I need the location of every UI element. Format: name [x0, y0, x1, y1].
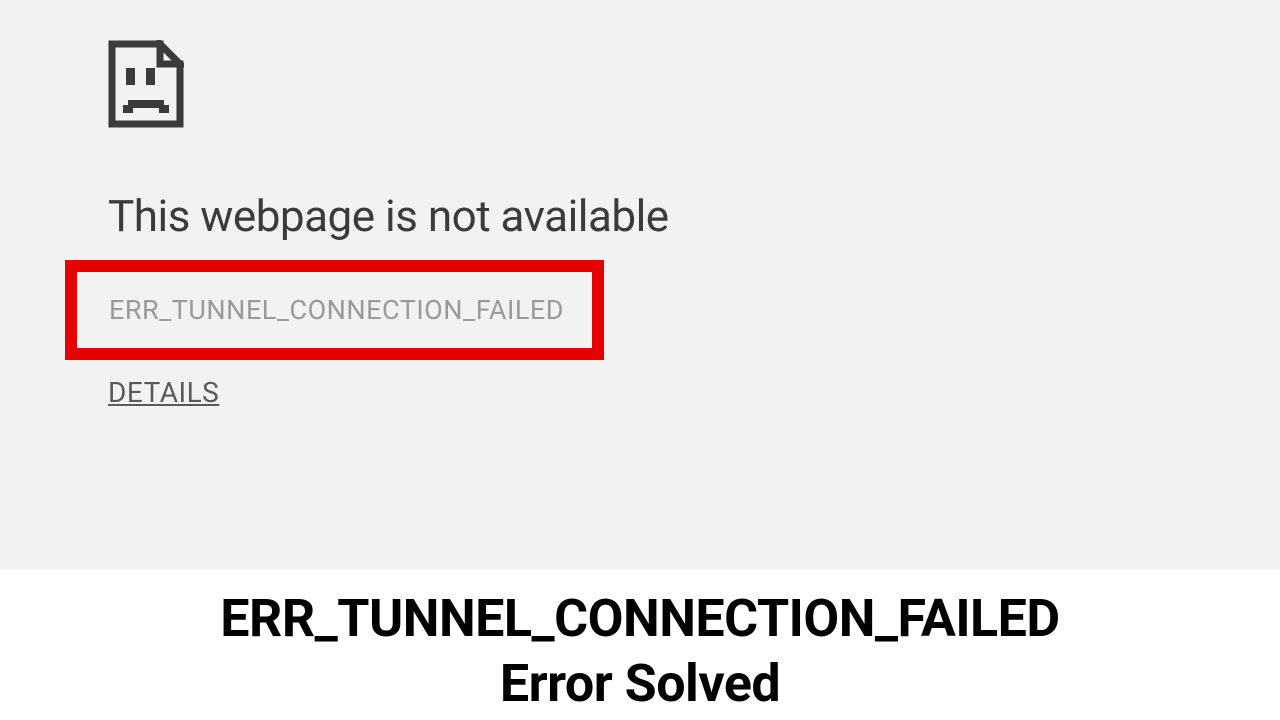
error-content: This webpage is not available ERR_TUNNEL… — [0, 40, 1280, 409]
chrome-error-page: This webpage is not available ERR_TUNNEL… — [0, 0, 1280, 570]
caption-area: ERR_TUNNEL_CONNECTION_FAILED Error Solve… — [0, 570, 1280, 714]
error-heading: This webpage is not available — [108, 190, 1280, 242]
caption-title-line1: ERR_TUNNEL_CONNECTION_FAILED — [0, 588, 1280, 649]
sad-page-icon — [108, 40, 1280, 132]
error-code-highlight-box: ERR_TUNNEL_CONNECTION_FAILED — [65, 260, 604, 360]
caption-title-line2: Error Solved — [0, 653, 1280, 714]
details-link[interactable]: DETAILS — [108, 376, 219, 409]
error-code-text: ERR_TUNNEL_CONNECTION_FAILED — [109, 294, 564, 326]
